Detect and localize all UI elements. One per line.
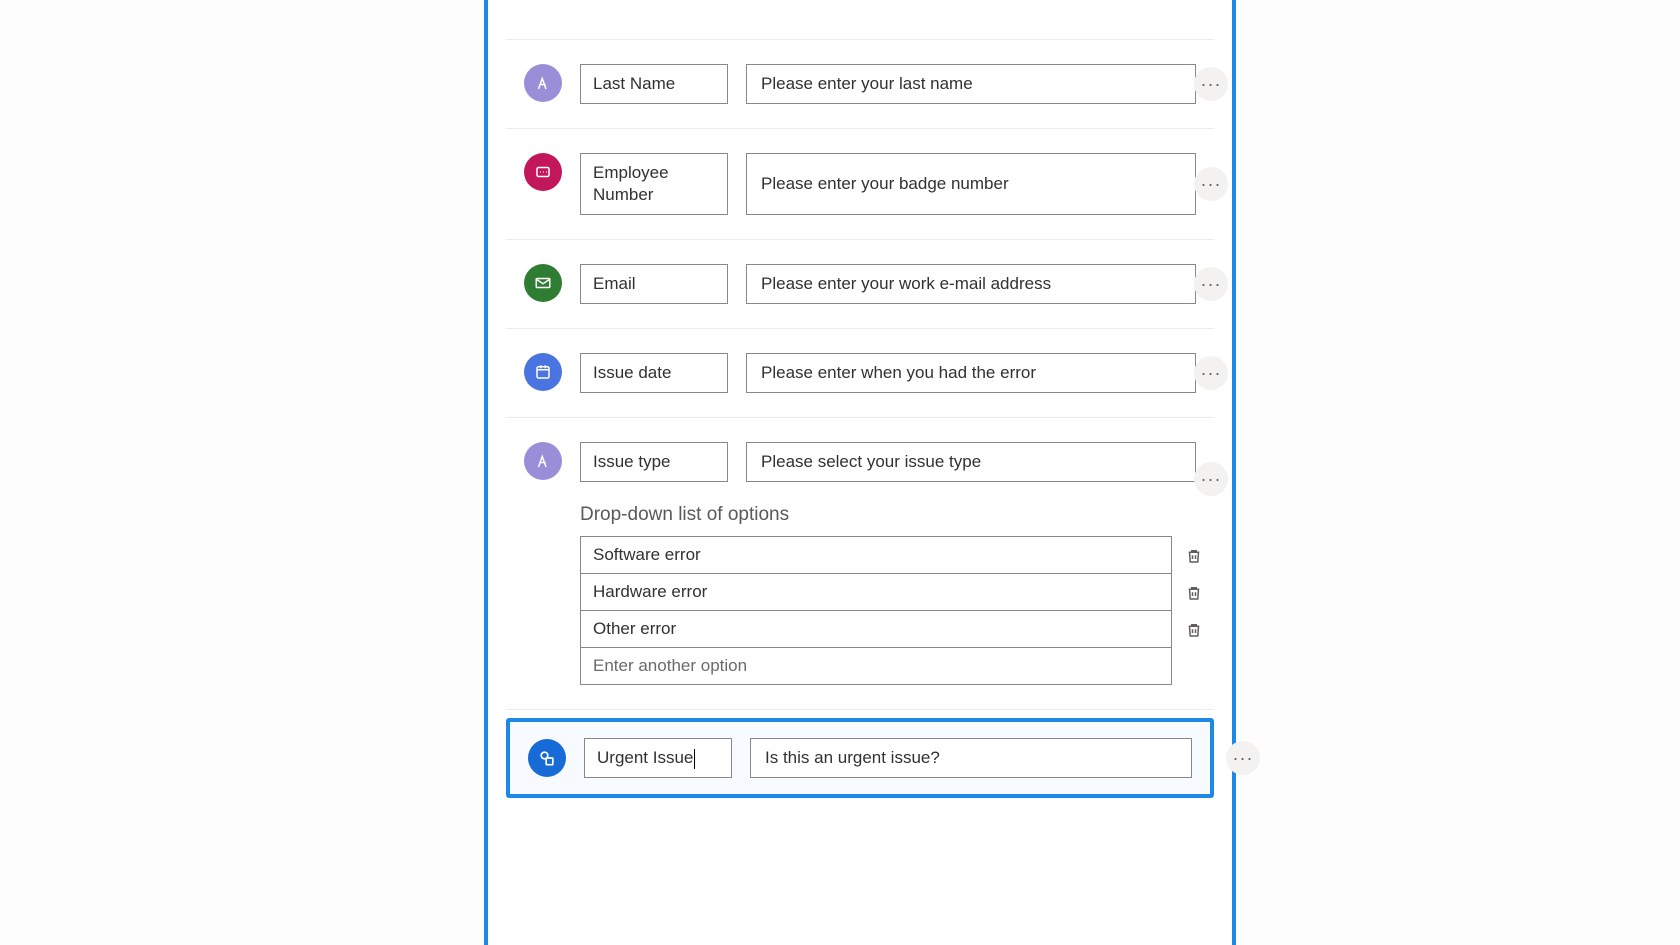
more-options-button[interactable]: ··· [1194, 462, 1228, 496]
more-options-button[interactable]: ··· [1194, 267, 1228, 301]
field-description-input[interactable] [746, 64, 1196, 104]
option-input[interactable] [581, 537, 1171, 574]
more-options-button[interactable]: ··· [1194, 356, 1228, 390]
more-options-button[interactable]: ··· [1226, 741, 1260, 775]
new-option-input[interactable] [581, 648, 1171, 684]
form-builder-panel: Last Name ··· Employee Number ··· Email … [484, 0, 1236, 945]
dropdown-options-block: Drop-down list of options [524, 504, 1196, 685]
option-row-new [581, 648, 1171, 684]
field-description-input[interactable] [746, 264, 1196, 304]
option-input[interactable] [581, 611, 1171, 648]
field-row-urgent-issue[interactable]: Urgent Issue ··· [506, 718, 1214, 798]
field-row-issue-date: Issue date ··· [506, 329, 1214, 418]
field-label-input[interactable]: Urgent Issue [584, 738, 732, 778]
text-type-icon [524, 442, 562, 480]
field-description-input[interactable] [746, 442, 1196, 482]
options-list [580, 536, 1172, 685]
date-type-icon [524, 353, 562, 391]
delete-option-button[interactable] [1179, 541, 1209, 571]
field-row-email: Email ··· [506, 240, 1214, 329]
field-row-last-name: Last Name ··· [506, 40, 1214, 129]
field-label-input[interactable]: Issue type [580, 442, 728, 482]
option-row [581, 611, 1171, 648]
email-type-icon [524, 264, 562, 302]
delete-option-button[interactable] [1179, 578, 1209, 608]
text-type-icon [524, 64, 562, 102]
option-input[interactable] [581, 574, 1171, 611]
more-options-button[interactable]: ··· [1194, 167, 1228, 201]
option-row [581, 537, 1171, 574]
field-row-issue-type: Issue type ··· Drop-down list of options [506, 418, 1214, 710]
delete-option-button[interactable] [1179, 615, 1209, 645]
option-row [581, 574, 1171, 611]
field-label-input[interactable]: Employee Number [580, 153, 728, 215]
field-label-input[interactable]: Issue date [580, 353, 728, 393]
field-description-input[interactable] [746, 353, 1196, 393]
field-description-input[interactable] [746, 153, 1196, 215]
field-row-employee-number: Employee Number ··· [506, 129, 1214, 240]
field-label-text: Urgent Issue [597, 747, 695, 769]
options-title: Drop-down list of options [580, 504, 1196, 526]
field-label-input[interactable]: Email [580, 264, 728, 304]
field-description-input[interactable] [750, 738, 1192, 778]
number-type-icon [524, 153, 562, 191]
more-options-button[interactable]: ··· [1194, 67, 1228, 101]
toggle-type-icon [528, 739, 566, 777]
top-divider [506, 10, 1214, 40]
field-label-input[interactable]: Last Name [580, 64, 728, 104]
